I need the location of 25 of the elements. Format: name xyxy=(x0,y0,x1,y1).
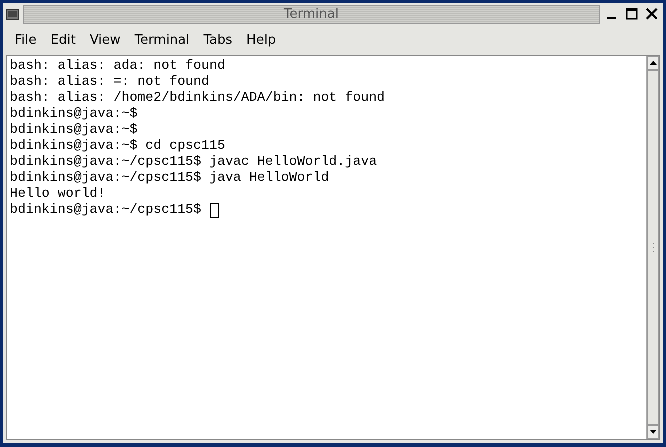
scrollbar-thumb[interactable] xyxy=(647,70,659,425)
scroll-up-button[interactable] xyxy=(647,56,659,70)
menu-item[interactable]: Edit xyxy=(44,30,83,50)
menu-item[interactable]: Help xyxy=(240,30,284,50)
terminal-line: bdinkins@java:~$ xyxy=(10,106,138,122)
maximize-icon[interactable] xyxy=(624,6,640,22)
menu-item[interactable]: Terminal xyxy=(128,30,197,50)
up-arrow-icon xyxy=(650,61,656,65)
window-title: Terminal xyxy=(23,4,600,24)
terminal-line: bash: alias: ada: not found xyxy=(10,58,226,74)
terminal-line: bdinkins@java:~$ cd cpsc115 xyxy=(10,138,226,154)
down-arrow-icon xyxy=(650,430,656,434)
terminal-line: bash: alias: /home2/bdinkins/ADA/bin: not found xyxy=(10,90,386,106)
menu-item[interactable]: File xyxy=(8,30,44,50)
terminal-line: bdinkins@java:~/cpsc115$ java HelloWorld xyxy=(10,170,330,186)
terminal-line: bdinkins@java:~/cpsc115$ javac HelloWorld.java xyxy=(10,154,378,170)
menu-item[interactable]: Tabs xyxy=(196,30,240,50)
menu-item[interactable]: View xyxy=(82,30,128,50)
terminal-icon[interactable] xyxy=(6,8,19,20)
terminal-line: Hello world! xyxy=(10,186,106,202)
scroll-down-button[interactable] xyxy=(647,425,659,439)
terminal-line: bash: alias: =: not found xyxy=(10,74,210,90)
close-icon[interactable] xyxy=(644,6,660,22)
terminal-line: bdinkins@java:~/cpsc115$ xyxy=(10,202,203,218)
terminal-line: bdinkins@java:~$ xyxy=(10,122,138,138)
